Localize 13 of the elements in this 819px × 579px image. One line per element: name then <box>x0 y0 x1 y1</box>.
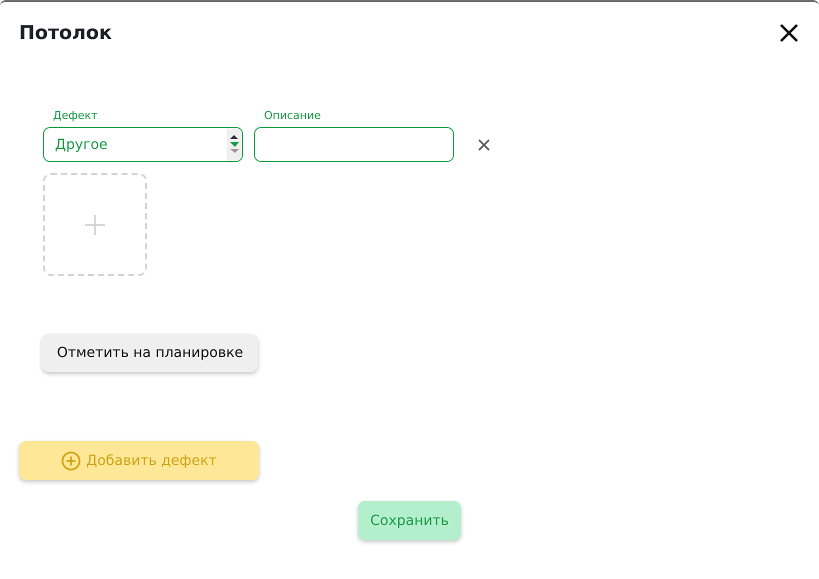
description-field[interactable] <box>254 127 454 162</box>
close-icon[interactable] <box>477 138 491 152</box>
save-button[interactable]: Сохранить <box>358 501 461 540</box>
spinner-icon[interactable] <box>227 128 242 161</box>
add-defect-button[interactable]: Добавить дефект <box>19 441 259 480</box>
defect-select[interactable]: Другое <box>43 127 243 162</box>
close-icon[interactable] <box>778 22 800 44</box>
field-label: Дефект <box>52 109 99 123</box>
dialog-title: Потолок <box>19 22 112 44</box>
mark-on-plan-button[interactable]: Отметить на планировке <box>42 334 258 372</box>
plus-icon <box>84 214 106 236</box>
field-label: Описание <box>263 109 322 123</box>
plus-circle-icon <box>61 450 82 470</box>
